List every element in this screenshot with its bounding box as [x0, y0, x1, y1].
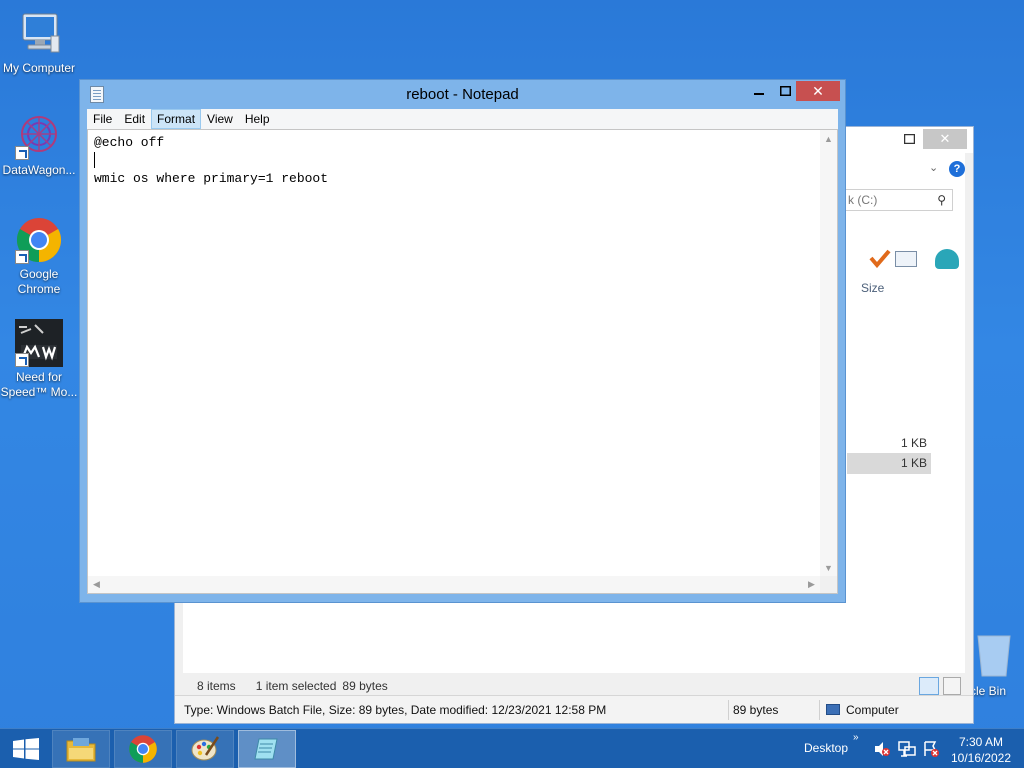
computer-icon [826, 704, 840, 715]
search-icon: ⚲ [937, 193, 946, 207]
close-button[interactable]: ✕ [796, 81, 840, 101]
taskbar: Desktop » 7:30 AM 10/16/2022 [0, 728, 1024, 768]
menu-format[interactable]: Format [151, 109, 202, 129]
nfs-game-icon [15, 319, 63, 367]
explorer-status-bar: 8 items 1 item selected 89 bytes [175, 675, 973, 697]
start-button[interactable] [0, 729, 52, 768]
notepad-titlebar[interactable]: reboot - Notepad ✕ [80, 80, 845, 109]
location-text: Computer [846, 702, 899, 717]
scroll-right-icon[interactable]: ▶ [803, 576, 820, 593]
desktop-icon-recycle-bin[interactable]: cle Bin [970, 630, 1024, 700]
taskbar-notepad[interactable] [238, 730, 296, 768]
horizontal-scrollbar[interactable]: ◀ ▶ [88, 576, 820, 593]
desktop-icon-need-for-speed[interactable]: Need for Speed™ Mo... [0, 319, 78, 400]
table-row[interactable]: 1 KB [847, 433, 931, 453]
clock-time: 7:30 AM [958, 735, 1004, 749]
shortcut-arrow-icon [15, 250, 29, 264]
system-clock[interactable]: 7:30 AM 10/16/2022 [950, 734, 1012, 766]
file-size-text: 89 bytes [733, 702, 779, 717]
taskbar-chrome[interactable] [114, 730, 172, 768]
minimize-icon [754, 93, 764, 95]
details-view-icon[interactable] [919, 677, 939, 695]
action-center-alert-icon[interactable] [922, 740, 940, 758]
text-caret [94, 152, 95, 168]
notepad-icon [254, 738, 278, 760]
taskbar-paint[interactable] [176, 730, 234, 768]
checkmark-icon[interactable] [869, 248, 891, 271]
divider [728, 699, 729, 720]
maximize-icon [779, 86, 791, 96]
chrome-icon [15, 216, 63, 264]
vertical-scrollbar[interactable]: ▲ ▼ [820, 130, 837, 576]
chevron-down-icon[interactable]: ⌄ [929, 161, 938, 174]
window-title: reboot - Notepad [406, 86, 519, 103]
explorer-maximize-button[interactable] [895, 129, 923, 149]
desktop-icon-label: cle Bin [970, 684, 1007, 698]
windows-logo-icon [13, 738, 39, 760]
desktop-icon-label: DataWagon... [2, 163, 76, 177]
close-icon: ✕ [939, 131, 951, 146]
explorer-details-bar: Type: Windows Batch File, Size: 89 bytes… [175, 695, 973, 723]
notepad-icon [90, 86, 104, 103]
desktop-icon-my-computer[interactable]: My Computer [0, 10, 78, 76]
recycle-bin-icon [977, 635, 1011, 677]
menu-view[interactable]: View [201, 109, 239, 129]
datawagon-icon [15, 112, 63, 160]
scroll-left-icon[interactable]: ◀ [88, 576, 105, 593]
file-details-text: Type: Windows Batch File, Size: 89 bytes… [184, 702, 607, 717]
explorer-search-input[interactable]: k (C:) ⚲ [841, 189, 953, 211]
clock-date: 10/16/2022 [950, 751, 1012, 765]
desktop-toolbar-label[interactable]: Desktop [804, 741, 848, 755]
explorer-close-button[interactable]: ✕ [923, 129, 967, 149]
table-row[interactable]: 1 KB [847, 453, 931, 474]
file-size: 1 KB [900, 456, 927, 470]
scrollbar-corner [820, 576, 837, 593]
scroll-down-icon[interactable]: ▼ [820, 559, 837, 576]
search-placeholder: k (C:) [848, 193, 878, 207]
maximize-button[interactable] [772, 81, 798, 101]
shortcut-arrow-icon [15, 353, 29, 367]
desktop-icon-datawagon[interactable]: DataWagon... [0, 112, 78, 178]
scroll-up-icon[interactable]: ▲ [820, 130, 837, 147]
status-item-count: 8 items [197, 679, 236, 693]
menu-file[interactable]: File [87, 109, 118, 129]
desktop-icon-label: My Computer [2, 61, 76, 75]
minimize-button[interactable] [746, 81, 772, 101]
chevron-right-icon[interactable]: » [853, 732, 859, 743]
taskbar-file-explorer[interactable] [52, 730, 110, 768]
status-selected: 1 item selected [255, 679, 337, 693]
properties-icon[interactable] [895, 251, 917, 267]
column-header-size[interactable]: Size [861, 281, 884, 295]
menu-help[interactable]: Help [239, 109, 276, 129]
shortcut-arrow-icon [15, 146, 29, 160]
editor-content[interactable]: @echo off wmic os where primary=1 reboot [94, 134, 819, 575]
desktop-icon-label: Need for Speed™ Mo... [0, 370, 78, 399]
folder-icon [66, 738, 96, 762]
divider [819, 699, 820, 720]
close-icon: ✕ [812, 82, 824, 99]
speaker-muted-icon[interactable] [873, 740, 891, 758]
help-icon[interactable]: ? [949, 161, 965, 177]
paint-palette-icon [191, 736, 220, 761]
menu-bar: File Edit Format View Help [87, 109, 838, 129]
status-bytes: 89 bytes [342, 679, 388, 693]
notepad-window[interactable]: reboot - Notepad ✕ File Edit Format View… [79, 79, 846, 603]
shell-icon[interactable] [935, 249, 959, 269]
desktop-icon-google-chrome[interactable]: Google Chrome [0, 216, 78, 297]
chrome-icon [129, 735, 157, 763]
large-icons-view-icon[interactable] [943, 677, 961, 695]
computer-icon [15, 10, 63, 58]
text-editor[interactable]: @echo off wmic os where primary=1 reboot… [87, 129, 838, 594]
file-size: 1 KB [900, 436, 927, 450]
network-icon[interactable] [898, 740, 916, 758]
menu-edit[interactable]: Edit [118, 109, 151, 129]
desktop-icon-label: Google Chrome [17, 267, 61, 296]
maximize-icon [903, 134, 915, 144]
